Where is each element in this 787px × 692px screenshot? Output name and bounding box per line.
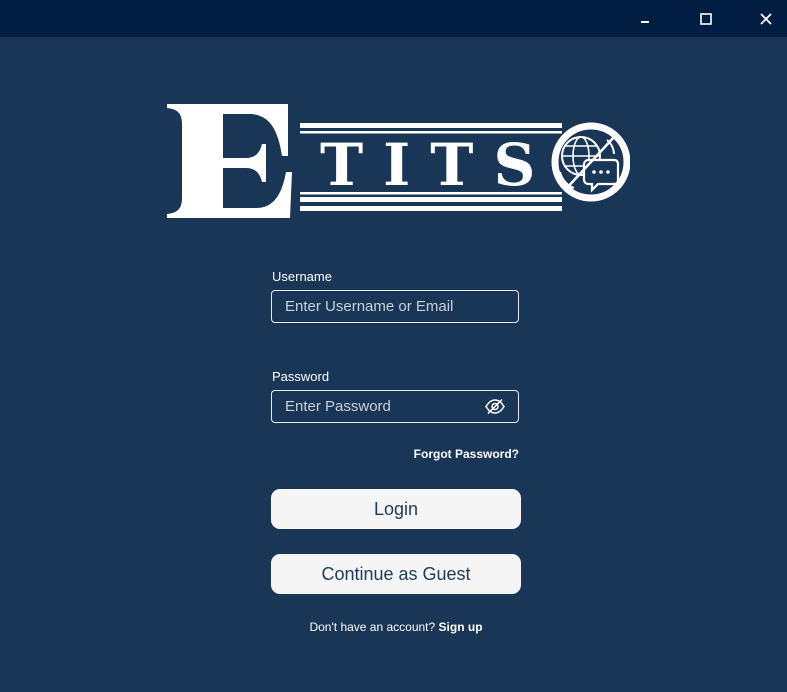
etits-logo: TITS	[167, 104, 630, 218]
signup-prompt: Don't have an account?	[309, 620, 436, 634]
password-input[interactable]	[285, 391, 485, 422]
password-label: Password	[272, 369, 330, 384]
password-field-box[interactable]	[271, 390, 519, 423]
logo-letters: TITS	[320, 131, 555, 199]
username-label: Username	[272, 269, 332, 284]
forgot-password-link[interactable]: Forgot Password?	[414, 447, 519, 461]
maximize-icon	[700, 12, 712, 25]
username-field-box[interactable]	[271, 290, 519, 323]
logo-letter-e	[167, 104, 292, 218]
maximize-button[interactable]	[676, 0, 736, 37]
continue-as-guest-button[interactable]: Continue as Guest	[271, 554, 521, 594]
minimize-icon	[641, 20, 649, 23]
close-icon	[760, 12, 772, 25]
username-input[interactable]	[285, 291, 485, 322]
signup-row: Don't have an account? Sign up	[0, 620, 787, 634]
title-bar	[0, 0, 787, 37]
minimize-button[interactable]	[616, 0, 676, 37]
close-button[interactable]	[736, 0, 787, 37]
login-button[interactable]: Login	[271, 489, 521, 529]
eye-slash-icon[interactable]	[484, 398, 506, 415]
globe-chat-icon	[551, 122, 630, 202]
signup-link[interactable]: Sign up	[439, 620, 483, 634]
login-window: TITS Username Password Forgot	[0, 0, 787, 692]
